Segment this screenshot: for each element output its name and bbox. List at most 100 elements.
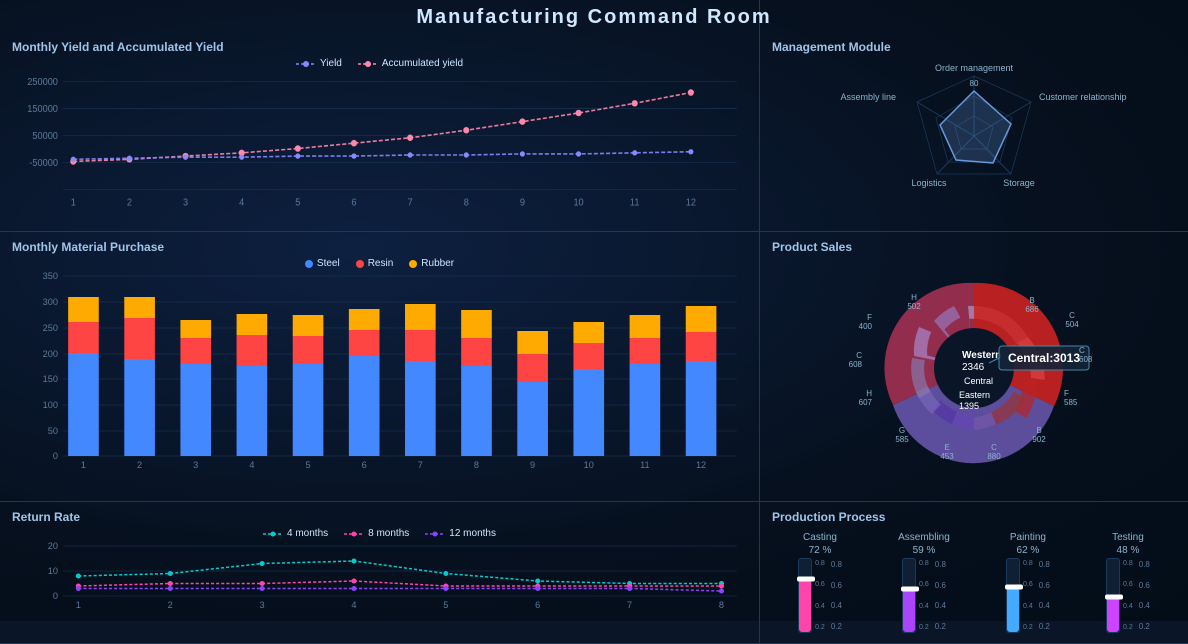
svg-text:150: 150 xyxy=(43,374,58,384)
svg-text:Central: Central xyxy=(964,376,993,386)
svg-text:F: F xyxy=(1064,389,1069,398)
purchase-chart-title: Monthly Material Purchase xyxy=(12,240,747,254)
svg-text:1: 1 xyxy=(81,460,86,470)
svg-text:B: B xyxy=(1029,296,1034,305)
yield-legend-item-accum: Accumulated yield xyxy=(358,58,463,69)
svg-text:3: 3 xyxy=(260,600,265,610)
production-section: Production Process Casting 72 % 0.80 xyxy=(760,502,1188,644)
svg-text:-50000: -50000 xyxy=(29,158,58,169)
svg-text:6: 6 xyxy=(535,600,540,610)
svg-text:250: 250 xyxy=(43,323,58,333)
svg-text:2: 2 xyxy=(168,600,173,610)
radar-label-order: Order management xyxy=(935,63,1014,73)
management-section: Management Module xyxy=(760,32,1188,232)
svg-text:C: C xyxy=(991,443,997,452)
yield-chart-section: Monthly Yield and Accumulated Yield Yiel… xyxy=(0,32,759,232)
gauge-testing-track: 0.80.60.40.2 xyxy=(1106,558,1133,633)
bar-chart-svg: 350 300 250 200 150 100 50 0 1 xyxy=(12,271,747,471)
svg-text:12: 12 xyxy=(696,460,706,470)
svg-text:B: B xyxy=(1036,426,1041,435)
svg-text:8: 8 xyxy=(719,600,724,610)
yield-chart-area: 250000 150000 50000 -50000 1 2 3 4 5 6 7… xyxy=(12,71,747,211)
gauge-casting-pct: 72 % xyxy=(809,545,832,556)
svg-text:1: 1 xyxy=(76,600,81,610)
svg-text:5: 5 xyxy=(443,600,448,610)
radar-svg: Order management Customer relationship S… xyxy=(814,56,1134,216)
svg-text:400: 400 xyxy=(859,322,873,331)
svg-text:9: 9 xyxy=(520,197,525,208)
gauge-casting-label: Casting xyxy=(803,532,837,543)
gauge-assembling-pct: 59 % xyxy=(913,545,936,556)
gauge-testing-label: Testing xyxy=(1112,532,1144,543)
svg-text:200: 200 xyxy=(43,349,58,359)
svg-text:504: 504 xyxy=(1065,320,1079,329)
svg-text:7: 7 xyxy=(418,460,423,470)
return-legend: 4 months 8 months 12 months xyxy=(12,528,747,539)
svg-text:10: 10 xyxy=(48,566,58,576)
svg-text:686: 686 xyxy=(1025,305,1039,314)
svg-text:5: 5 xyxy=(295,197,300,208)
svg-text:0: 0 xyxy=(53,591,58,601)
svg-text:H: H xyxy=(911,293,917,302)
svg-text:150000: 150000 xyxy=(27,104,58,115)
gauge-assembling-track: 0.80.60.40.2 xyxy=(902,558,929,633)
svg-text:3: 3 xyxy=(193,460,198,470)
svg-text:80: 80 xyxy=(970,79,979,88)
svg-text:350: 350 xyxy=(43,271,58,281)
svg-text:2346: 2346 xyxy=(962,362,985,373)
svg-text:7: 7 xyxy=(627,600,632,610)
svg-text:10: 10 xyxy=(584,460,594,470)
svg-text:F: F xyxy=(867,313,872,322)
radar-label-logistics: Logistics xyxy=(911,178,947,188)
svg-text:2: 2 xyxy=(137,460,142,470)
gauge-assembling-label: Assembling xyxy=(898,532,950,543)
donut-container: Western 2346 Central Central:3013 Easter… xyxy=(772,258,1176,478)
yield-legend-item-yield: Yield xyxy=(296,58,342,69)
yield-chart-svg: 250000 150000 50000 -50000 1 2 3 4 5 6 7… xyxy=(12,71,747,211)
gauge-painting-track: 0.80.60.40.2 xyxy=(1006,558,1033,633)
purchase-chart-section: Monthly Material Purchase Steel Resin Ru… xyxy=(0,232,759,502)
gauge-casting: Casting 72 % 0.80.60.40.2 xyxy=(798,532,842,633)
gauge-testing: Testing 48 % 0.80.60.40.2 xyxy=(1106,532,1150,633)
svg-text:E: E xyxy=(944,443,949,452)
svg-text:H: H xyxy=(866,389,872,398)
donut-svg: Western 2346 Central Central:3013 Easter… xyxy=(784,258,1164,478)
svg-text:585: 585 xyxy=(895,435,909,444)
yield-chart-title: Monthly Yield and Accumulated Yield xyxy=(12,40,747,54)
svg-text:902: 902 xyxy=(1032,435,1046,444)
return-4m-legend: 4 months xyxy=(263,528,328,539)
gauge-casting-track: 0.80.60.40.2 xyxy=(798,558,825,633)
yield-legend-label: Yield xyxy=(320,58,342,69)
svg-text:4: 4 xyxy=(351,600,356,610)
svg-text:12: 12 xyxy=(686,197,696,208)
svg-text:608: 608 xyxy=(849,360,863,369)
product-sales-title: Product Sales xyxy=(772,240,1176,254)
radar-label-storage: Storage xyxy=(1003,178,1035,188)
production-title: Production Process xyxy=(772,510,1176,524)
svg-text:300: 300 xyxy=(43,297,58,307)
gauge-assembling: Assembling 59 % 0.80.60.40.2 xyxy=(898,532,950,633)
svg-text:453: 453 xyxy=(940,452,954,461)
svg-text:585: 585 xyxy=(1064,398,1078,407)
svg-text:7: 7 xyxy=(408,197,413,208)
rubber-legend: Rubber xyxy=(409,258,454,269)
bar-chart-area: 350 300 250 200 150 100 50 0 1 xyxy=(12,271,747,471)
svg-text:608: 608 xyxy=(1079,355,1093,364)
svg-text:100: 100 xyxy=(43,400,58,410)
page-title: Manufacturing Command Room xyxy=(0,6,1188,29)
svg-text:0: 0 xyxy=(53,451,58,461)
svg-text:C: C xyxy=(1079,346,1085,355)
svg-text:6: 6 xyxy=(351,197,356,208)
svg-text:C: C xyxy=(856,351,862,360)
gauge-painting: Painting 62 % 0.80.60.40.2 xyxy=(1006,532,1050,633)
radar-label-assembly: Assembly line xyxy=(840,92,896,102)
svg-text:4: 4 xyxy=(249,460,254,470)
management-title: Management Module xyxy=(772,40,1176,54)
svg-text:6: 6 xyxy=(362,460,367,470)
return-rate-svg: 20 10 0 xyxy=(12,541,747,611)
accum-legend-label: Accumulated yield xyxy=(382,58,463,69)
svg-text:G: G xyxy=(899,426,905,435)
svg-text:502: 502 xyxy=(907,302,921,311)
return-rate-chart-area: 20 10 0 xyxy=(12,541,747,611)
return-rate-section: Return Rate 4 months 8 months 12 months xyxy=(0,502,759,644)
